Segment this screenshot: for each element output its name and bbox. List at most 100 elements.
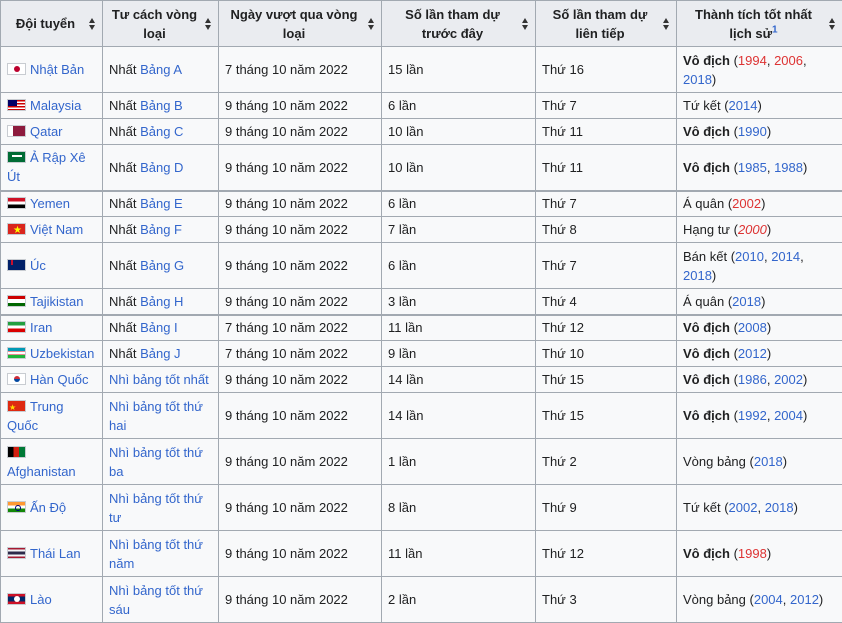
column-header-2[interactable]: Ngày vượt qua vòng loại xyxy=(218,0,382,47)
year-link[interactable]: 2010 xyxy=(735,249,764,264)
flag-icon xyxy=(7,445,26,458)
team-link[interactable]: Yemen xyxy=(30,196,70,211)
best-result-text: ( xyxy=(729,346,738,361)
team-link[interactable]: Afghanistan xyxy=(7,464,76,479)
consecutive-appearances-cell: Thứ 11 xyxy=(535,118,677,145)
consecutive-appearances-cell: Thứ 9 xyxy=(535,484,677,531)
team-link[interactable]: Lào xyxy=(30,592,52,607)
year-link[interactable]: 1988 xyxy=(774,160,803,175)
qualification-link[interactable]: Bảng C xyxy=(140,124,183,139)
column-header-3[interactable]: Số lần tham dự trước đây xyxy=(381,0,536,47)
previous-appearances-cell: 3 lần xyxy=(381,288,536,315)
year-link[interactable]: 2018 xyxy=(754,454,783,469)
best-result-text: ( xyxy=(729,372,738,387)
year-link[interactable]: 1990 xyxy=(738,124,767,139)
qualification-prefix: Nhất xyxy=(109,98,141,113)
qualification-link[interactable]: Nhì bảng tốt thứ tư xyxy=(109,491,203,525)
qualification-link[interactable]: Nhì bảng tốt thứ hai xyxy=(109,399,203,433)
team-link[interactable]: Ấn Độ xyxy=(30,500,66,515)
team-link[interactable]: Malaysia xyxy=(30,98,81,113)
team-cell: Afghanistan xyxy=(0,438,103,485)
best-result-cell: Hạng tư (2000) xyxy=(676,216,842,243)
footnote-ref[interactable]: 1 xyxy=(772,24,778,35)
year-link[interactable]: 2012 xyxy=(790,592,819,607)
qualification-link[interactable]: Bảng F xyxy=(140,222,182,237)
year-link[interactable]: 2008 xyxy=(738,320,767,335)
year-link[interactable]: 2002 xyxy=(729,500,758,515)
sort-arrows-icon[interactable] xyxy=(205,17,212,30)
year-link[interactable]: 2000 xyxy=(738,222,767,237)
column-header-5[interactable]: Thành tích tốt nhất lịch sử1 xyxy=(676,0,842,47)
qualification-link[interactable]: Nhì bảng tốt thứ sáu xyxy=(109,583,203,617)
team-link[interactable]: Iran xyxy=(30,320,52,335)
qualified-date-cell: 9 tháng 10 năm 2022 xyxy=(218,576,382,623)
year-link[interactable]: 1998 xyxy=(738,546,767,561)
year-link[interactable]: 2014 xyxy=(729,98,758,113)
team-link[interactable]: Việt Nam xyxy=(30,222,83,237)
year-link[interactable]: 2002 xyxy=(774,372,803,387)
qualification-link[interactable]: Nhì bảng tốt nhất xyxy=(109,372,209,387)
year-link[interactable]: 1986 xyxy=(738,372,767,387)
year-link[interactable]: 2004 xyxy=(774,408,803,423)
best-result-text: Vô địch xyxy=(683,546,730,561)
qualified-date-cell: 9 tháng 10 năm 2022 xyxy=(218,92,382,119)
table-row: Nhật Bản Nhất Bảng A7 tháng 10 năm 2022 15… xyxy=(0,46,842,93)
qualification-link[interactable]: Bảng H xyxy=(140,294,183,309)
consecutive-appearances-cell: Thứ 10 xyxy=(535,340,677,367)
previous-appearances-cell: 9 lần xyxy=(381,340,536,367)
team-link[interactable]: Úc xyxy=(30,258,46,273)
year-link[interactable]: 1994 xyxy=(738,53,767,68)
qualification-link[interactable]: Bảng D xyxy=(140,160,183,175)
year-link[interactable]: 2006 xyxy=(774,53,803,68)
flag-icon xyxy=(7,197,26,210)
sort-arrows-icon[interactable] xyxy=(368,17,375,30)
year-link[interactable]: 2018 xyxy=(683,268,712,283)
year-link[interactable]: 2018 xyxy=(683,72,712,87)
sort-arrows-icon[interactable] xyxy=(829,17,836,30)
qualification-link[interactable]: Bảng A xyxy=(140,62,182,77)
best-result-text: , xyxy=(782,592,790,607)
previous-appearances-cell: 10 lần xyxy=(381,118,536,145)
column-header-1[interactable]: Tư cách vòng loại xyxy=(102,0,219,47)
qualification-cell: Nhất Bảng F xyxy=(102,216,219,243)
year-link[interactable]: 2014 xyxy=(771,249,800,264)
qualification-link[interactable]: Nhì bảng tốt thứ năm xyxy=(109,537,203,571)
qualification-link[interactable]: Bảng I xyxy=(140,320,178,335)
year-link[interactable]: 2018 xyxy=(732,294,761,309)
table-row: Malaysia Nhất Bảng B9 tháng 10 năm 2022 6 … xyxy=(0,92,842,119)
team-link[interactable]: Uzbekistan xyxy=(30,346,94,361)
qualification-link[interactable]: Nhì bảng tốt thứ ba xyxy=(109,445,203,479)
team-link[interactable]: Thái Lan xyxy=(30,546,81,561)
qualification-link[interactable]: Bảng J xyxy=(140,346,180,361)
year-link[interactable]: 1985 xyxy=(738,160,767,175)
year-link[interactable]: 2004 xyxy=(754,592,783,607)
team-link[interactable]: Qatar xyxy=(30,124,63,139)
qualified-date-cell: 9 tháng 10 năm 2022 xyxy=(218,530,382,577)
qualification-link[interactable]: Bảng E xyxy=(140,196,183,211)
sort-arrows-icon[interactable] xyxy=(89,17,96,30)
year-link[interactable]: 2012 xyxy=(738,346,767,361)
best-result-cell: Vô địch (1994, 2006, 2018) xyxy=(676,46,842,93)
qualification-prefix: Nhất xyxy=(109,159,141,175)
qualification-link[interactable]: Bảng G xyxy=(140,258,184,273)
best-result-text: Vô địch xyxy=(683,372,730,387)
flag-icon xyxy=(7,223,26,235)
year-link[interactable]: 2018 xyxy=(765,500,794,515)
team-link[interactable]: Tajikistan xyxy=(30,294,83,309)
qualification-cell: Nhì bảng tốt nhất xyxy=(102,366,219,393)
best-result-text: Hạng tư ( xyxy=(683,222,738,237)
year-link[interactable]: 1992 xyxy=(738,408,767,423)
year-link[interactable]: 2002 xyxy=(732,196,761,211)
team-link[interactable]: Hàn Quốc xyxy=(30,372,89,387)
qualification-prefix: Nhất xyxy=(109,196,141,212)
qualified-date-cell: 7 tháng 10 năm 2022 xyxy=(218,340,382,367)
column-header-4[interactable]: Số lần tham dự liên tiếp xyxy=(535,0,677,47)
qualification-link[interactable]: Bảng B xyxy=(140,98,183,113)
sort-arrows-icon[interactable] xyxy=(522,17,529,30)
sort-arrows-icon[interactable] xyxy=(663,17,670,30)
table-row: Thái Lan Nhì bảng tốt thứ năm 9 tháng 10 n… xyxy=(0,530,842,577)
column-header-0[interactable]: Đội tuyển xyxy=(0,0,103,47)
table-row: Hàn Quốc Nhì bảng tốt nhất 9 tháng 10 năm … xyxy=(0,366,842,393)
team-link[interactable]: Nhật Bản xyxy=(30,62,84,77)
qualification-cell: Nhì bảng tốt thứ hai xyxy=(102,392,219,439)
